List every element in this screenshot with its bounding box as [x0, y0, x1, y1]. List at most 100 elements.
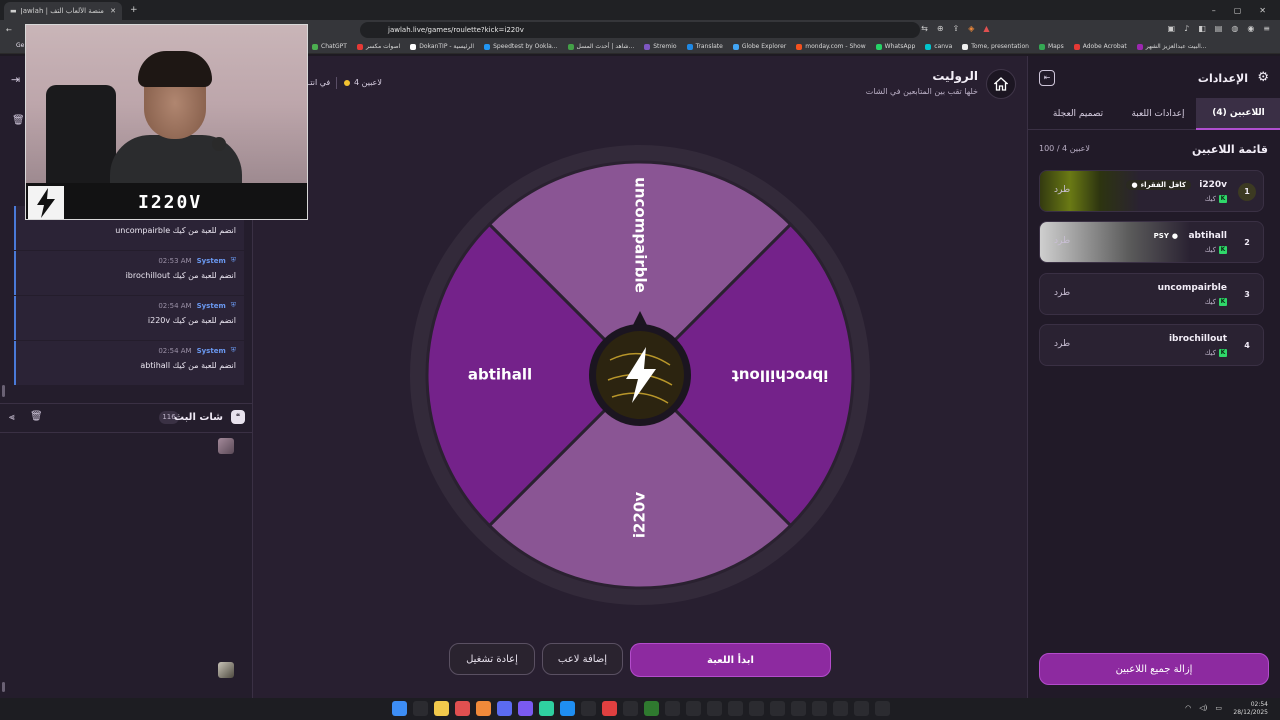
- tab-favicon-icon: ▬: [10, 7, 17, 15]
- zoom-icon[interactable]: ⊕: [937, 24, 944, 33]
- music-icon[interactable]: ♪: [1184, 24, 1189, 33]
- taskbar-vscode-icon[interactable]: [854, 701, 869, 716]
- tab-close-icon[interactable]: ✕: [110, 7, 116, 15]
- bookmark-label: اصوات مكسر: [365, 43, 401, 50]
- collapse-settings-icon[interactable]: ⇤: [1039, 70, 1055, 86]
- taskbar-maps-icon[interactable]: [833, 701, 848, 716]
- taskbar-edge-icon[interactable]: [812, 701, 827, 716]
- kick-player-button[interactable]: طرد: [1054, 339, 1070, 349]
- bookmark-item[interactable]: Stremio: [644, 43, 677, 50]
- taskbar-files-icon[interactable]: [434, 701, 449, 716]
- roulette-wheel[interactable]: uncompairble ibrochillout i220v abtihall: [398, 135, 886, 615]
- bookmark-item[interactable]: Tome, presentation: [962, 43, 1029, 50]
- taskbar-spotify-icon[interactable]: [686, 701, 701, 716]
- bookmark-item[interactable]: Translate: [686, 43, 723, 50]
- trash-icon[interactable]: 🗑: [12, 115, 25, 126]
- kick-player-button[interactable]: طرد: [1054, 236, 1070, 246]
- taskbar-teams-icon[interactable]: [875, 701, 890, 716]
- taskbar-photos-icon[interactable]: [728, 701, 743, 716]
- bookmark-item[interactable]: Adobe Acrobat: [1073, 43, 1127, 50]
- taskbar-start-icon[interactable]: [392, 701, 407, 716]
- webcam-overlay: I220V: [25, 24, 308, 220]
- players-count: 4 لاعبين: [344, 78, 382, 87]
- tab-game-settings[interactable]: إعدادات اللعبة: [1118, 98, 1198, 130]
- address-bar[interactable]: jawlah.live/games/roulette?kick=i220v: [360, 22, 920, 38]
- chat-title: شات البث: [174, 412, 223, 423]
- clock-date: 28/12/2025: [1233, 709, 1268, 716]
- taskbar-capcut-icon[interactable]: [539, 701, 554, 716]
- clock[interactable]: 02:54 28/12/2025: [1233, 701, 1268, 717]
- account-icon[interactable]: ◉: [1247, 24, 1254, 33]
- bookmark-item[interactable]: ChatGPT: [312, 43, 347, 50]
- back-icon[interactable]: ←: [6, 26, 12, 34]
- bookmark-item[interactable]: البيت عبدالعزيز الشهر...: [1136, 43, 1206, 50]
- bookmark-item[interactable]: WhatsApp: [875, 43, 915, 50]
- bookmark-item[interactable]: اصوات مكسر: [356, 43, 401, 50]
- toolbar-icons: ⇆ ⊕ ⇪ ◈ ▲ ▣ ♪ ◧ ▤ ◍ ◉ ≡: [921, 24, 1270, 33]
- close-window-icon[interactable]: ✕: [1259, 6, 1266, 15]
- bookmark-item[interactable]: monday.com - Show: [796, 43, 866, 50]
- align-icon[interactable]: ⫷: [9, 412, 15, 423]
- battery-icon[interactable]: ▭: [1215, 704, 1222, 712]
- new-tab-button[interactable]: +: [130, 5, 138, 15]
- menu-icon[interactable]: ≡: [1263, 24, 1270, 33]
- bookmark-item[interactable]: Maps: [1038, 43, 1064, 50]
- collapse-panel-icon[interactable]: ⇥: [11, 73, 20, 86]
- shield-icon[interactable]: ◈: [968, 24, 974, 33]
- taskbar-search-icon[interactable]: [413, 701, 428, 716]
- scrollbar-thumb[interactable]: [2, 385, 5, 397]
- bookmark-first[interactable]: Ge: [16, 42, 24, 49]
- player-source: كيك K: [1205, 246, 1227, 254]
- taskbar-obs-icon[interactable]: [518, 701, 533, 716]
- remove-all-players-button[interactable]: إزالة جميع اللاعبين: [1039, 653, 1269, 685]
- kick-player-button[interactable]: طرد: [1054, 185, 1070, 195]
- taskbar-notes-icon[interactable]: [770, 701, 785, 716]
- kick-player-button[interactable]: طرد: [1054, 288, 1070, 298]
- bookmark-item[interactable]: canva: [925, 43, 952, 50]
- tab-wheel-design[interactable]: تصميم العجلة: [1038, 98, 1118, 130]
- home-button[interactable]: [986, 69, 1016, 99]
- bookmark-item[interactable]: Globe Explorer: [732, 43, 786, 50]
- start-game-button[interactable]: ابدأ اللعبة: [630, 643, 831, 677]
- message-text: ibrochillout انضم للعبة من كيك: [125, 271, 236, 280]
- tab-players[interactable]: اللاعبين (4): [1196, 98, 1280, 130]
- taskbar-xbox-icon[interactable]: [644, 701, 659, 716]
- taskbar-store-icon[interactable]: [623, 701, 638, 716]
- bookmark-item[interactable]: DokanTIP - الرئيسية: [410, 43, 474, 50]
- split-view-icon[interactable]: ◧: [1198, 24, 1206, 33]
- taskbar-brave-icon[interactable]: [476, 701, 491, 716]
- alert-icon[interactable]: ▲: [983, 24, 989, 33]
- maximize-icon[interactable]: ▢: [1234, 6, 1242, 15]
- sidebar-icon[interactable]: ▣: [1168, 24, 1176, 33]
- bookmark-item[interactable]: شاهد | أحدث المسل...: [567, 43, 634, 50]
- taskbar-steam-icon[interactable]: [560, 701, 575, 716]
- browser-tab[interactable]: ▬ Jawlah | جولة - منصة الألعاب التف... ✕: [4, 2, 122, 20]
- wheel-segment-label: ibrochillout: [732, 367, 829, 385]
- gear-icon: ⚙: [1257, 70, 1269, 85]
- taskbar-discord-icon[interactable]: [497, 701, 512, 716]
- stream-chat-header: ⫷ 🗑 116 شات البث ❝: [0, 403, 253, 433]
- volume-icon[interactable]: ◁): [1199, 704, 1207, 712]
- moderator-shield-icon: ⛨: [230, 346, 236, 354]
- wifi-icon[interactable]: ◠: [1185, 704, 1191, 712]
- translate-icon[interactable]: ⇆: [921, 24, 928, 33]
- tabs-icon[interactable]: ▤: [1215, 24, 1223, 33]
- scrollbar-thumb[interactable]: [2, 682, 5, 692]
- taskbar-rockstar-icon[interactable]: [602, 701, 617, 716]
- clear-chat-icon[interactable]: 🗑: [30, 411, 43, 422]
- restart-button[interactable]: إعادة تشغيل: [449, 643, 535, 675]
- taskbar-app-icon[interactable]: [581, 701, 596, 716]
- live-label: في انتـ: [308, 78, 331, 87]
- vpn-icon[interactable]: ◍: [1231, 24, 1238, 33]
- taskbar-browser-icon[interactable]: [455, 701, 470, 716]
- taskbar-terminal-icon[interactable]: [707, 701, 722, 716]
- player-number: 4: [1244, 341, 1250, 350]
- player-name: i220v: [1199, 180, 1227, 190]
- bookmark-item[interactable]: Speedtest by Ookla...: [484, 43, 558, 50]
- minimize-icon[interactable]: –: [1212, 6, 1216, 15]
- taskbar-xbox-bar-icon[interactable]: [665, 701, 680, 716]
- add-player-button[interactable]: إضافة لاعب: [542, 643, 623, 675]
- share-icon[interactable]: ⇪: [953, 24, 960, 33]
- taskbar-chrome-icon[interactable]: [749, 701, 764, 716]
- taskbar-settings-icon[interactable]: [791, 701, 806, 716]
